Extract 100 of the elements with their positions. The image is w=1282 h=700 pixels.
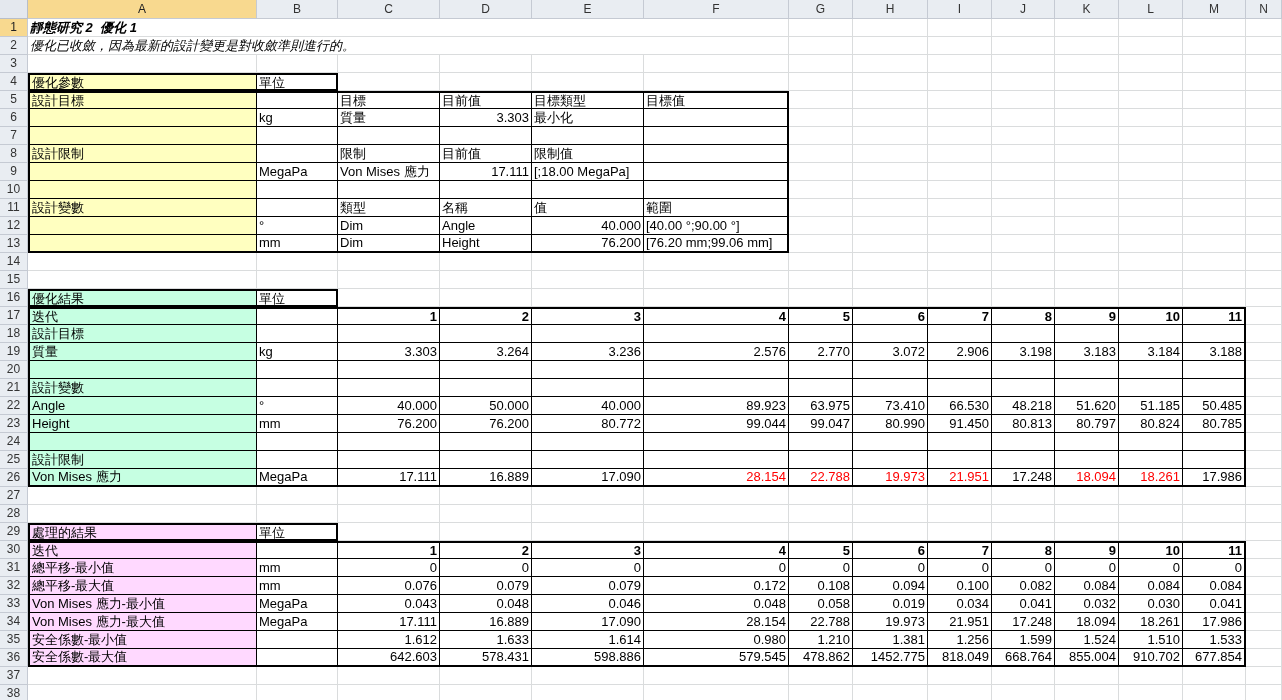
sheet-cell[interactable] [789, 325, 853, 343]
sheet-cell[interactable]: 99.047 [789, 415, 853, 433]
sheet-cell[interactable] [257, 307, 338, 325]
sheet-cell[interactable] [338, 181, 440, 199]
sheet-cell[interactable] [1055, 433, 1119, 451]
sheet-cell[interactable] [1055, 379, 1119, 397]
sheet-cell[interactable]: 值 [532, 199, 644, 217]
sheet-cell[interactable]: 0 [440, 559, 532, 577]
sheet-cell[interactable]: 設計目標 [28, 91, 257, 109]
sheet-cell[interactable]: 1452.775 [853, 649, 928, 667]
sheet-cell[interactable]: 22.788 [789, 469, 853, 487]
sheet-cell[interactable]: mm [257, 415, 338, 433]
sheet-cell[interactable]: 16.889 [440, 613, 532, 631]
sheet-cell[interactable]: 設計目標 [28, 325, 257, 343]
row-header[interactable]: 21 [0, 379, 28, 397]
sheet-cell[interactable]: 80.813 [992, 415, 1055, 433]
sheet-cell[interactable]: 668.764 [992, 649, 1055, 667]
sheet-cell[interactable]: 1.633 [440, 631, 532, 649]
row-header[interactable]: 12 [0, 217, 28, 235]
sheet-cell[interactable]: 1.256 [928, 631, 992, 649]
sheet-cell[interactable]: 4 [644, 307, 789, 325]
row-header[interactable]: 22 [0, 397, 28, 415]
sheet-cell[interactable]: 最小化 [532, 109, 644, 127]
sheet-cell[interactable]: 0.041 [992, 595, 1055, 613]
sheet-cell[interactable] [257, 361, 338, 379]
column-header[interactable]: G [789, 0, 853, 19]
sheet-cell[interactable]: 優化已收斂，因為最新的設計變更是對收斂準則進行的。 [28, 37, 789, 55]
sheet-cell[interactable]: 1.510 [1119, 631, 1183, 649]
sheet-cell[interactable]: 0.019 [853, 595, 928, 613]
sheet-cell[interactable]: mm [257, 559, 338, 577]
row-header[interactable]: 15 [0, 271, 28, 289]
sheet-cell[interactable]: 40.000 [338, 397, 440, 415]
sheet-cell[interactable]: Height [440, 235, 532, 253]
sheet-cell[interactable]: 677.854 [1183, 649, 1246, 667]
sheet-cell[interactable] [257, 91, 338, 109]
row-header[interactable]: 14 [0, 253, 28, 271]
sheet-cell[interactable]: 0.100 [928, 577, 992, 595]
sheet-cell[interactable]: 17.111 [440, 163, 532, 181]
row-header[interactable]: 16 [0, 289, 28, 307]
sheet-cell[interactable]: 目前值 [440, 91, 532, 109]
sheet-cell[interactable] [992, 379, 1055, 397]
sheet-cell[interactable]: 76.200 [532, 235, 644, 253]
sheet-cell[interactable] [440, 181, 532, 199]
sheet-cell[interactable]: 63.975 [789, 397, 853, 415]
sheet-cell[interactable] [257, 379, 338, 397]
sheet-cell[interactable]: 5 [789, 307, 853, 325]
sheet-cell[interactable]: 0.030 [1119, 595, 1183, 613]
sheet-cell[interactable]: 91.450 [928, 415, 992, 433]
row-header[interactable]: 19 [0, 343, 28, 361]
sheet-cell[interactable]: 設計限制 [28, 145, 257, 163]
sheet-cell[interactable] [338, 379, 440, 397]
row-header[interactable]: 34 [0, 613, 28, 631]
sheet-cell[interactable]: 18.094 [1055, 613, 1119, 631]
sheet-cell[interactable]: 3.072 [853, 343, 928, 361]
sheet-cell[interactable]: 2.770 [789, 343, 853, 361]
sheet-cell[interactable]: 目前值 [440, 145, 532, 163]
sheet-cell[interactable]: 0.079 [532, 577, 644, 595]
sheet-cell[interactable]: 3.303 [338, 343, 440, 361]
sheet-cell[interactable]: 3.264 [440, 343, 532, 361]
column-header[interactable]: M [1183, 0, 1246, 19]
sheet-cell[interactable]: 0.058 [789, 595, 853, 613]
sheet-cell[interactable]: 名稱 [440, 199, 532, 217]
sheet-cell[interactable]: 0 [1055, 559, 1119, 577]
sheet-cell[interactable]: 總平移-最小值 [28, 559, 257, 577]
sheet-cell[interactable] [644, 181, 789, 199]
sheet-cell[interactable] [992, 361, 1055, 379]
sheet-cell[interactable]: 3.198 [992, 343, 1055, 361]
sheet-cell[interactable]: MegaPa [257, 613, 338, 631]
sheet-cell[interactable]: 0 [992, 559, 1055, 577]
sheet-cell[interactable]: 17.986 [1183, 613, 1246, 631]
row-header[interactable]: 6 [0, 109, 28, 127]
sheet-cell[interactable]: 10 [1119, 307, 1183, 325]
sheet-cell[interactable]: 0.043 [338, 595, 440, 613]
sheet-cell[interactable] [28, 217, 257, 235]
sheet-cell[interactable]: 9 [1055, 307, 1119, 325]
sheet-cell[interactable] [28, 109, 257, 127]
row-header[interactable]: 29 [0, 523, 28, 541]
row-header[interactable]: 35 [0, 631, 28, 649]
sheet-cell[interactable] [338, 325, 440, 343]
sheet-cell[interactable] [338, 433, 440, 451]
sheet-cell[interactable]: 10 [1119, 541, 1183, 559]
sheet-cell[interactable]: Von Mises 應力-最大值 [28, 613, 257, 631]
sheet-cell[interactable]: 28.154 [644, 469, 789, 487]
sheet-cell[interactable] [257, 325, 338, 343]
sheet-cell[interactable]: 18.261 [1119, 469, 1183, 487]
sheet-cell[interactable]: ° [257, 217, 338, 235]
row-header[interactable]: 9 [0, 163, 28, 181]
sheet-cell[interactable]: 2.906 [928, 343, 992, 361]
sheet-cell[interactable]: 總平移-最大值 [28, 577, 257, 595]
sheet-cell[interactable]: 17.248 [992, 469, 1055, 487]
sheet-cell[interactable]: 0.046 [532, 595, 644, 613]
column-header[interactable]: H [853, 0, 928, 19]
sheet-cell[interactable]: 0 [338, 559, 440, 577]
sheet-cell[interactable]: 7 [928, 541, 992, 559]
sheet-cell[interactable]: [40.00 °;90.00 °] [644, 217, 789, 235]
sheet-cell[interactable]: 3.184 [1119, 343, 1183, 361]
sheet-cell[interactable]: 76.200 [338, 415, 440, 433]
sheet-cell[interactable] [532, 451, 644, 469]
sheet-cell[interactable] [28, 181, 257, 199]
row-header[interactable]: 37 [0, 667, 28, 685]
